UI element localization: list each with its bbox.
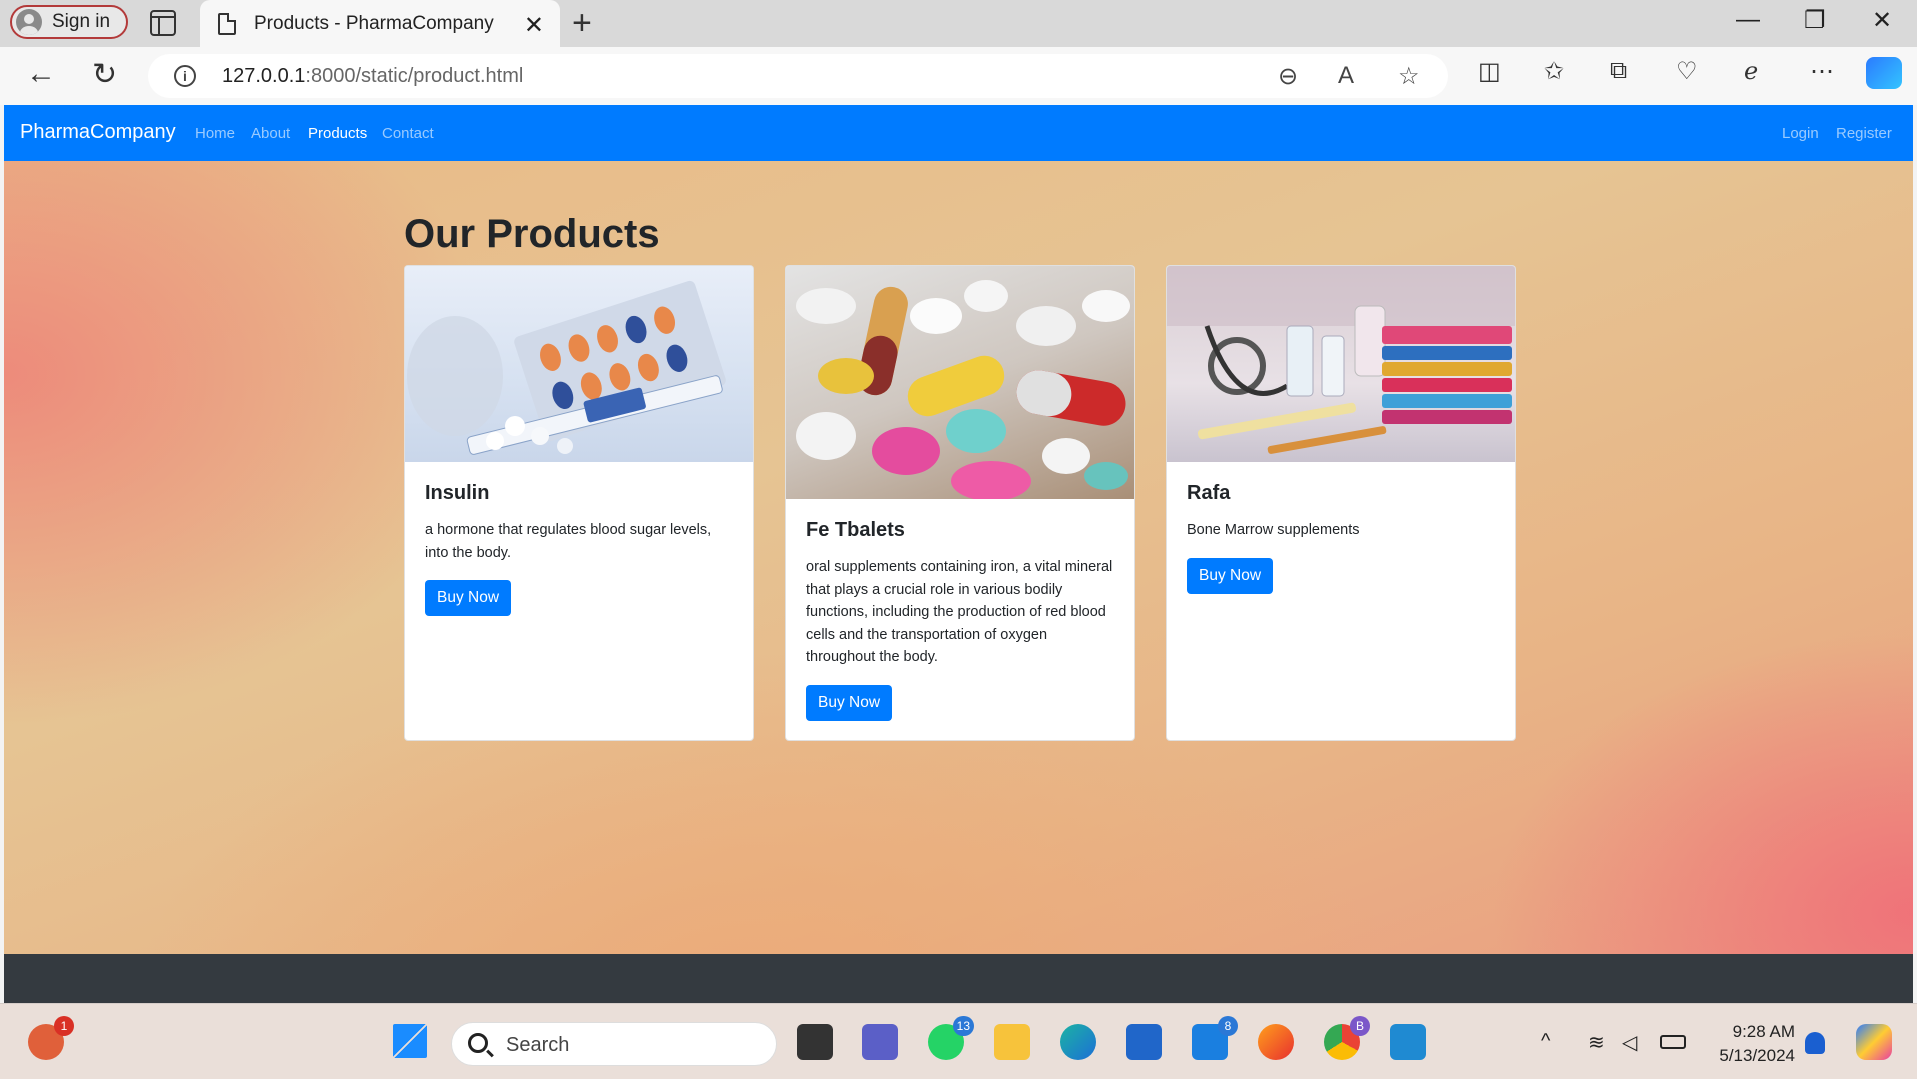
- product-description: a hormone that regulates blood sugar lev…: [425, 522, 712, 561]
- ie-mode-icon[interactable]: ℯ: [1744, 57, 1758, 86]
- page-viewport: PharmaCompany Home About Products Contac…: [4, 105, 1913, 1003]
- site-navbar: PharmaCompany Home About Products Contac…: [4, 105, 1913, 161]
- mail-badge: 8: [1218, 1016, 1238, 1036]
- restore-icon[interactable]: ❐: [1804, 6, 1826, 35]
- collections-icon[interactable]: ⧉: [1610, 57, 1627, 85]
- nav-contact[interactable]: Contact: [382, 125, 434, 142]
- battery-icon[interactable]: [1660, 1035, 1686, 1049]
- sign-in-button[interactable]: Sign in: [10, 5, 128, 39]
- windows-taskbar: 1 Search 13 8 B ^ ≋ ◁ 9:28 AM 5/13/2024: [0, 1003, 1917, 1079]
- favorite-star-icon[interactable]: ☆: [1398, 62, 1420, 91]
- active-tab[interactable]: Products - PharmaCompany ✕: [200, 0, 560, 47]
- copilot-icon[interactable]: [1866, 57, 1902, 89]
- whatsapp-icon[interactable]: 13: [928, 1016, 974, 1060]
- browser-tab-strip: Sign in Products - PharmaCompany ✕ + — ❐…: [0, 0, 1917, 47]
- close-window-icon[interactable]: ✕: [1872, 6, 1892, 35]
- new-tab-icon[interactable]: +: [572, 4, 592, 43]
- site-info-icon[interactable]: i: [174, 65, 196, 87]
- product-title: Fe Tbalets: [806, 519, 905, 541]
- teams-icon[interactable]: [862, 1024, 898, 1060]
- minimize-icon[interactable]: —: [1736, 6, 1760, 34]
- address-bar[interactable]: i 127.0.0.1:8000/static/product.html ⊖ A…: [148, 54, 1448, 98]
- more-options-icon[interactable]: ⋯: [1810, 57, 1834, 86]
- alert-badge: 1: [54, 1016, 74, 1036]
- back-icon[interactable]: ←: [26, 57, 56, 91]
- tab-title: Products - PharmaCompany: [254, 12, 494, 34]
- product-title: Insulin: [425, 482, 490, 504]
- zoom-out-icon[interactable]: ⊖: [1278, 62, 1298, 91]
- product-card-rafa: Rafa Bone Marrow supplements Buy Now: [1166, 265, 1516, 741]
- page-icon: [218, 12, 236, 35]
- taskbar-search[interactable]: Search: [451, 1022, 777, 1066]
- browser-essentials-icon[interactable]: ♡: [1676, 57, 1698, 86]
- buy-now-button[interactable]: Buy Now: [806, 684, 893, 721]
- search-placeholder: Search: [506, 1034, 570, 1056]
- wifi-icon[interactable]: ≋: [1588, 1030, 1614, 1054]
- refresh-icon[interactable]: ↻: [92, 57, 117, 92]
- edge-icon[interactable]: [1060, 1024, 1096, 1060]
- whatsapp-badge: 13: [952, 1016, 974, 1036]
- site-footer: [4, 954, 1913, 1003]
- search-icon: [468, 1033, 488, 1053]
- nav-login[interactable]: Login: [1782, 125, 1819, 142]
- copilot-taskbar-icon[interactable]: [1856, 1024, 1892, 1060]
- clock-time: 9:28 AM: [1732, 1022, 1795, 1041]
- address-toolbar: ← ↻ i 127.0.0.1:8000/static/product.html…: [0, 47, 1917, 105]
- url-path: :8000/static/product.html: [305, 65, 524, 87]
- product-card-insulin: Insulin a hormone that regulates blood s…: [404, 265, 754, 741]
- page-title: Our Products: [404, 212, 660, 256]
- tab-actions-icon[interactable]: [150, 10, 176, 36]
- notification-bell-icon[interactable]: [1805, 1032, 1825, 1054]
- product-image: [405, 266, 753, 462]
- profile-avatar-icon: [16, 9, 42, 35]
- volume-icon[interactable]: ◁: [1622, 1030, 1648, 1054]
- nav-products[interactable]: Products: [308, 125, 367, 142]
- nav-register[interactable]: Register: [1836, 125, 1892, 142]
- file-explorer-icon[interactable]: [994, 1024, 1030, 1060]
- product-title: Rafa: [1187, 482, 1231, 504]
- brand-link[interactable]: PharmaCompany: [20, 121, 176, 144]
- chevron-up-icon[interactable]: ^: [1541, 1030, 1561, 1052]
- chrome-icon[interactable]: B: [1324, 1016, 1370, 1060]
- task-view-icon[interactable]: [797, 1024, 833, 1060]
- product-description: oral supplements containing iron, a vita…: [806, 559, 1113, 665]
- start-windows-icon[interactable]: [393, 1024, 427, 1058]
- store-icon[interactable]: [1126, 1024, 1162, 1060]
- nav-home[interactable]: Home: [195, 125, 235, 142]
- product-image: [786, 266, 1134, 499]
- vscode-icon[interactable]: [1390, 1024, 1426, 1060]
- url-host: 127.0.0.1: [222, 65, 306, 87]
- system-clock[interactable]: 9:28 AM 5/13/2024: [1719, 1020, 1795, 1068]
- buy-now-button[interactable]: Buy Now: [1187, 557, 1274, 594]
- close-tab-icon[interactable]: ✕: [524, 11, 544, 40]
- mail-icon[interactable]: 8: [1192, 1016, 1238, 1060]
- buy-now-button[interactable]: Buy Now: [425, 580, 512, 616]
- product-image: [1167, 266, 1515, 462]
- read-aloud-icon[interactable]: A: [1338, 62, 1354, 90]
- nav-about[interactable]: About: [251, 125, 290, 142]
- split-screen-icon[interactable]: ◫: [1478, 57, 1501, 86]
- firefox-icon[interactable]: [1258, 1024, 1294, 1060]
- favorites-icon[interactable]: ✩: [1544, 57, 1564, 86]
- url-text[interactable]: 127.0.0.1:8000/static/product.html: [222, 65, 523, 88]
- product-card-fe-tablets: Fe Tbalets oral supplements containing i…: [785, 265, 1135, 741]
- chrome-profile-badge: B: [1350, 1016, 1370, 1036]
- product-description: Bone Marrow supplements: [1187, 522, 1360, 538]
- clock-date: 5/13/2024: [1719, 1046, 1795, 1065]
- notification-app-icon[interactable]: 1: [28, 1016, 74, 1060]
- sign-in-label: Sign in: [52, 11, 111, 32]
